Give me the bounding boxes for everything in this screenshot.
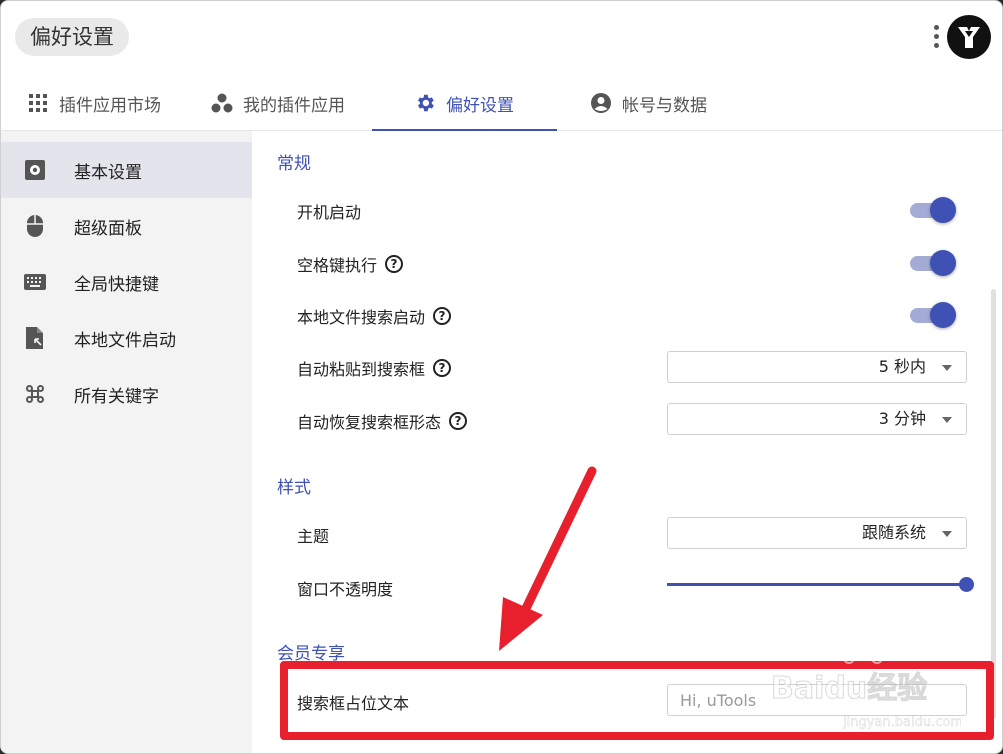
sidebar-item-label: 基本设置: [74, 162, 142, 183]
tab-preferences[interactable]: 偏好设置: [414, 75, 514, 131]
tab-plugin-market[interactable]: 插件应用市场: [27, 75, 161, 131]
chevron-down-icon: [942, 417, 952, 423]
auto-restore-label: 自动恢复搜索框形态?: [297, 409, 468, 433]
startup-label: 开机启动: [297, 199, 361, 223]
active-tab-indicator: [372, 129, 557, 131]
auto-restore-value: 3 分钟: [878, 409, 926, 428]
keyboard-icon: [23, 270, 47, 294]
app-window: 偏好设置 插件应用市场 我的插件应用 偏好设置 帐号与数据 基本设置 超级面板 …: [0, 0, 1003, 754]
space-exec-label: 空格键执行?: [297, 252, 404, 276]
opacity-label: 窗口不透明度: [297, 576, 393, 600]
local-file-search-label-text: 本地文件搜索启动: [297, 308, 426, 327]
help-icon[interactable]: ?: [449, 412, 468, 430]
file-launch-icon: [23, 326, 47, 350]
grid-icon: [27, 92, 49, 114]
sidebar-item-label: 所有关键字: [74, 386, 159, 407]
opacity-label-text: 窗口不透明度: [297, 580, 394, 599]
help-icon[interactable]: ?: [433, 307, 452, 325]
sidebar-item-super-panel[interactable]: 超级面板: [1, 198, 252, 254]
chevron-down-icon: [942, 531, 952, 537]
local-file-search-toggle[interactable]: [908, 302, 958, 328]
sidebar-item-basic-settings[interactable]: 基本设置: [1, 142, 252, 198]
theme-value: 跟随系统: [861, 523, 926, 542]
page-title: 偏好设置: [15, 18, 129, 56]
sidebar-item-global-hotkeys[interactable]: 全局快捷键: [1, 254, 252, 310]
opacity-slider[interactable]: [667, 575, 974, 593]
account-icon: [590, 92, 612, 114]
tab-label: 插件应用市场: [59, 95, 161, 116]
startup-toggle[interactable]: [908, 197, 958, 223]
auto-paste-select[interactable]: 5 秒内: [667, 351, 967, 383]
section-title-general: 常规: [277, 154, 311, 174]
tab-label: 我的插件应用: [243, 95, 345, 116]
sidebar-item-label: 本地文件启动: [74, 330, 176, 351]
theme-label: 主题: [297, 523, 329, 547]
top-tab-bar: 插件应用市场 我的插件应用 偏好设置 帐号与数据: [1, 75, 1002, 131]
auto-restore-select[interactable]: 3 分钟: [667, 403, 967, 435]
tab-label: 帐号与数据: [622, 95, 707, 116]
baidu-watermark: Baidu经验 jingyan.baidu.com: [731, 644, 963, 734]
watermark-url: jingyan.baidu.com: [842, 715, 961, 730]
auto-restore-label-text: 自动恢复搜索框形态: [297, 413, 442, 432]
bubbles-icon: [211, 92, 233, 114]
space-exec-label-text: 空格键执行: [297, 256, 378, 275]
sidebar: 基本设置 超级面板 全局快捷键 本地文件启动 所有关键字: [1, 131, 252, 753]
slider-rail: [667, 583, 963, 586]
auto-paste-value: 5 秒内: [878, 357, 926, 376]
theme-label-text: 主题: [297, 527, 330, 546]
section-title-style: 样式: [277, 478, 311, 498]
help-icon[interactable]: ?: [433, 359, 452, 377]
chevron-down-icon: [942, 365, 952, 371]
local-file-search-label: 本地文件搜索启动?: [297, 304, 452, 328]
mouse-icon: [23, 214, 47, 238]
gear-icon: [414, 92, 436, 114]
space-exec-toggle[interactable]: [908, 250, 958, 276]
slider-thumb[interactable]: [959, 577, 974, 592]
utools-logo-icon[interactable]: [947, 15, 991, 59]
theme-select[interactable]: 跟随系统: [667, 517, 967, 549]
tab-account-data[interactable]: 帐号与数据: [590, 75, 707, 131]
sidebar-item-label: 超级面板: [74, 218, 142, 239]
startup-label-text: 开机启动: [297, 203, 362, 222]
sidebar-item-all-keywords[interactable]: 所有关键字: [1, 366, 252, 422]
auto-paste-label: 自动粘贴到搜索框?: [297, 356, 452, 380]
more-vertical-icon[interactable]: [931, 25, 941, 53]
tab-my-plugins[interactable]: 我的插件应用: [211, 75, 345, 131]
tab-label: 偏好设置: [446, 95, 514, 116]
help-icon[interactable]: ?: [385, 255, 404, 273]
sidebar-item-label: 全局快捷键: [74, 274, 159, 295]
annotation-arrow-icon: [499, 466, 597, 651]
command-icon: [23, 382, 47, 406]
content-scrollbar[interactable]: [991, 289, 996, 719]
sidebar-item-local-file-launch[interactable]: 本地文件启动: [1, 310, 252, 366]
auto-paste-label-text: 自动粘贴到搜索框: [297, 360, 426, 379]
watermark-text: Baidu经验: [771, 671, 927, 706]
settings-box-icon: [23, 158, 47, 182]
